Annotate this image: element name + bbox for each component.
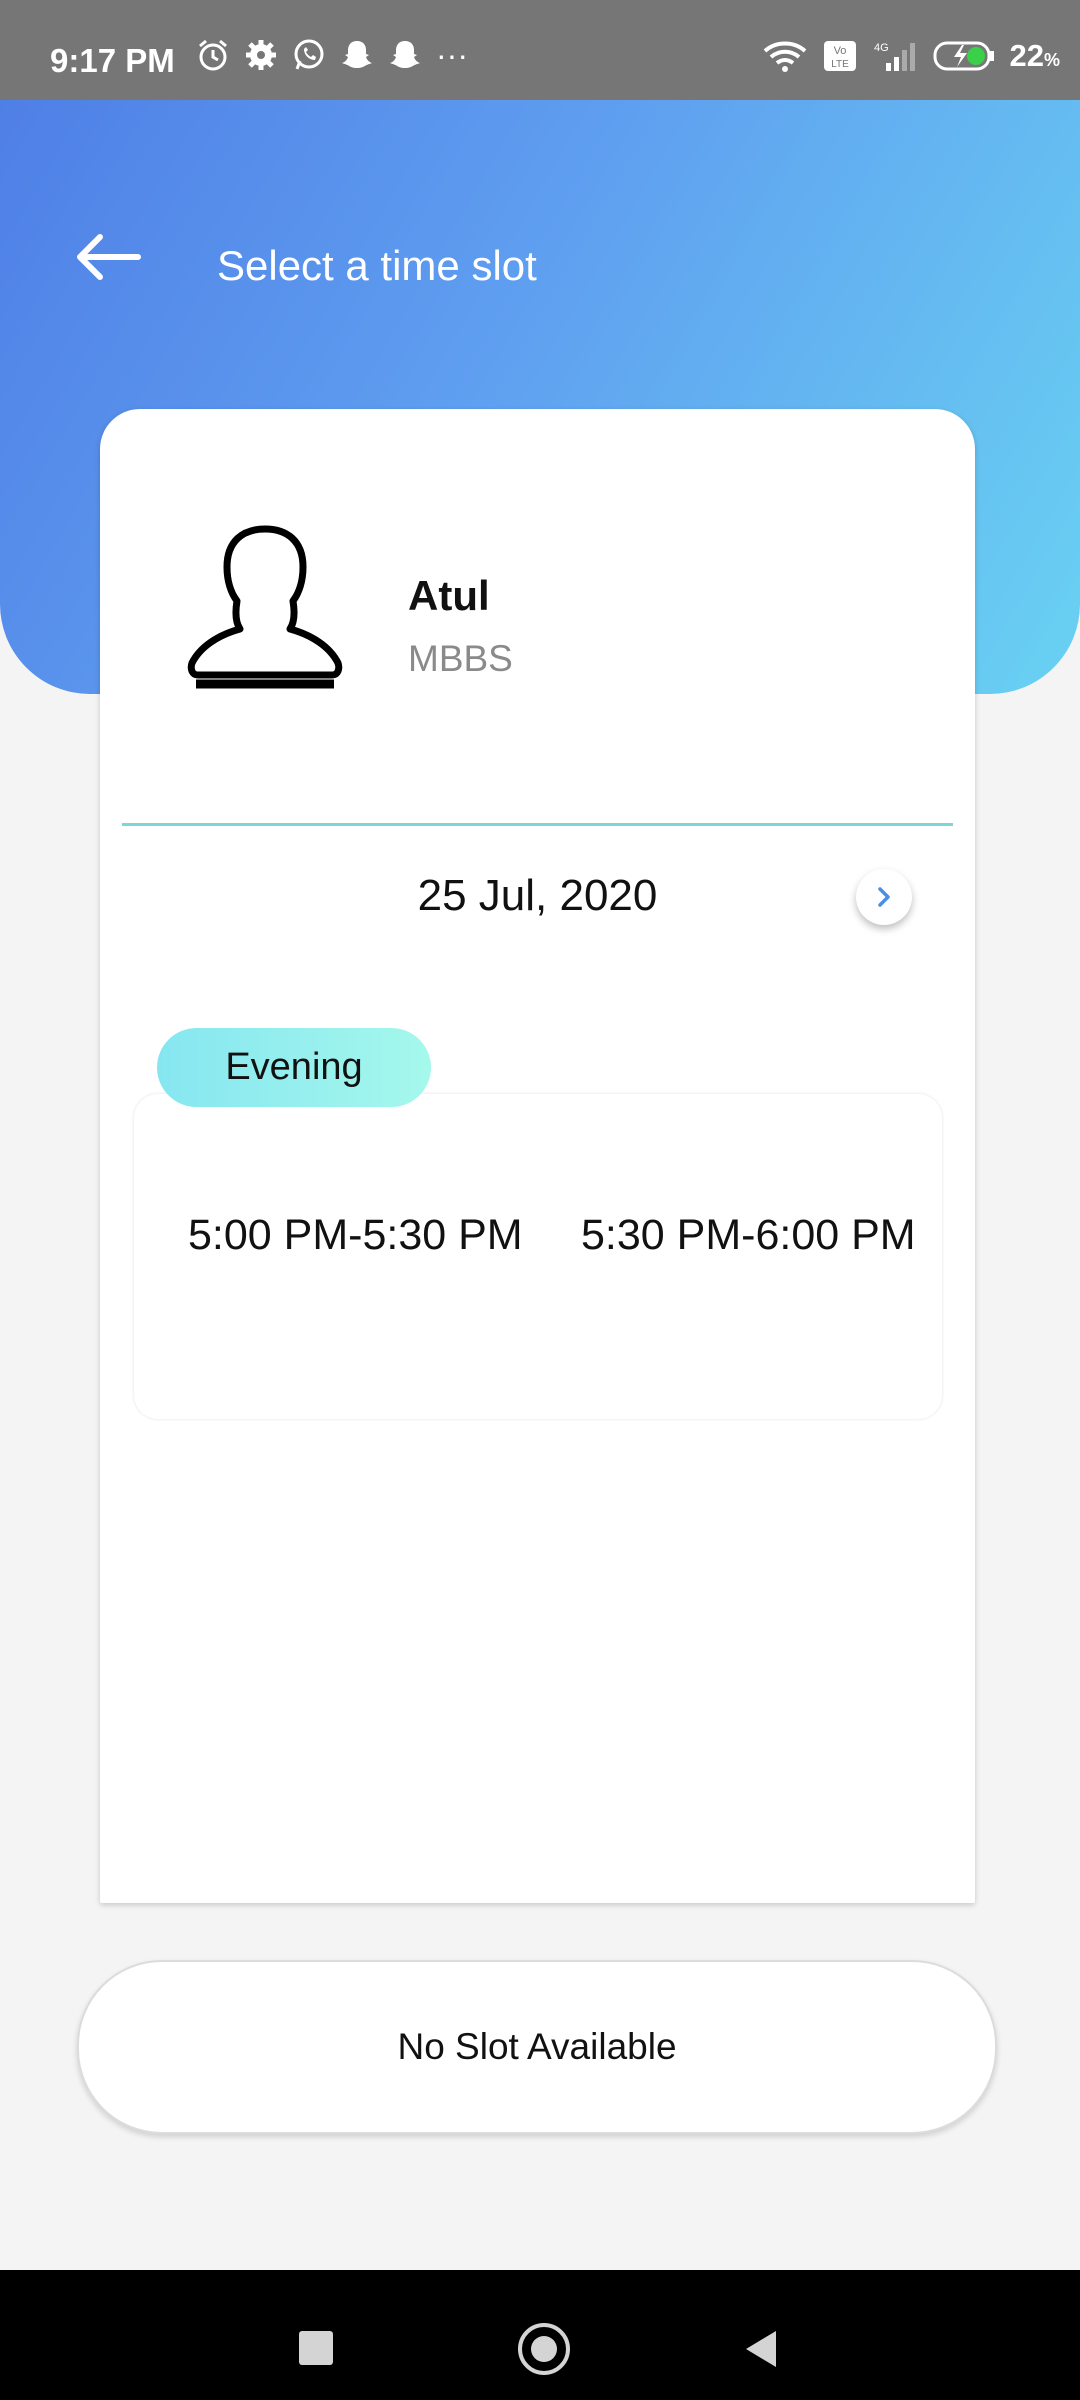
network-type-label: 4G	[874, 42, 889, 54]
time-slot[interactable]: 5:30 PM-6:00 PM	[581, 1211, 916, 1260]
whatsapp-icon	[294, 39, 324, 70]
notification-icons: ···	[196, 38, 468, 72]
page-title: Select a time slot	[217, 242, 537, 289]
selected-date: 25 Jul, 2020	[417, 871, 658, 920]
no-slot-available-button[interactable]: No Slot Available	[77, 1960, 997, 2134]
settings-gear-icon	[246, 40, 276, 70]
chevron-right-icon	[878, 887, 890, 907]
doctor-slot-card: Atul MBBS 25 Jul, 2020 Evening 5:00 PM-5…	[100, 409, 975, 1903]
session-tab-evening[interactable]: Evening	[157, 1028, 431, 1107]
volte-icon: Vo LTE	[823, 41, 856, 71]
alarm-icon	[199, 39, 227, 71]
volte-label: Vo	[833, 45, 846, 57]
navigation-bar	[0, 2270, 1080, 2400]
lte-label: LTE	[831, 59, 849, 70]
next-date-button[interactable]	[856, 869, 912, 925]
doctor-degree: MBBS	[408, 638, 513, 679]
snapchat-icon	[342, 41, 372, 68]
recent-apps-icon[interactable]	[299, 2331, 333, 2365]
status-bar: 9:17 PM ··· Vo LTE 4G 22%	[0, 0, 1080, 100]
doctor-avatar-icon	[187, 525, 343, 689]
system-icons: Vo LTE 4G 22%	[762, 38, 1061, 74]
back-arrow-icon[interactable]	[72, 232, 142, 282]
more-notifications-icon: ···	[436, 37, 468, 73]
doctor-name: Atul	[408, 572, 490, 619]
home-icon-inner	[531, 2336, 557, 2362]
battery-percent: 22%	[1009, 38, 1061, 73]
battery-charging-icon	[933, 41, 994, 71]
divider	[122, 823, 953, 826]
nav-back-icon[interactable]	[740, 2327, 780, 2371]
wifi-icon	[763, 41, 806, 72]
time-slot[interactable]: 5:00 PM-5:30 PM	[188, 1211, 523, 1260]
signal-4g-icon: 4G	[874, 42, 915, 71]
snapchat-icon-2	[390, 41, 420, 68]
status-time: 9:17 PM	[50, 42, 175, 79]
